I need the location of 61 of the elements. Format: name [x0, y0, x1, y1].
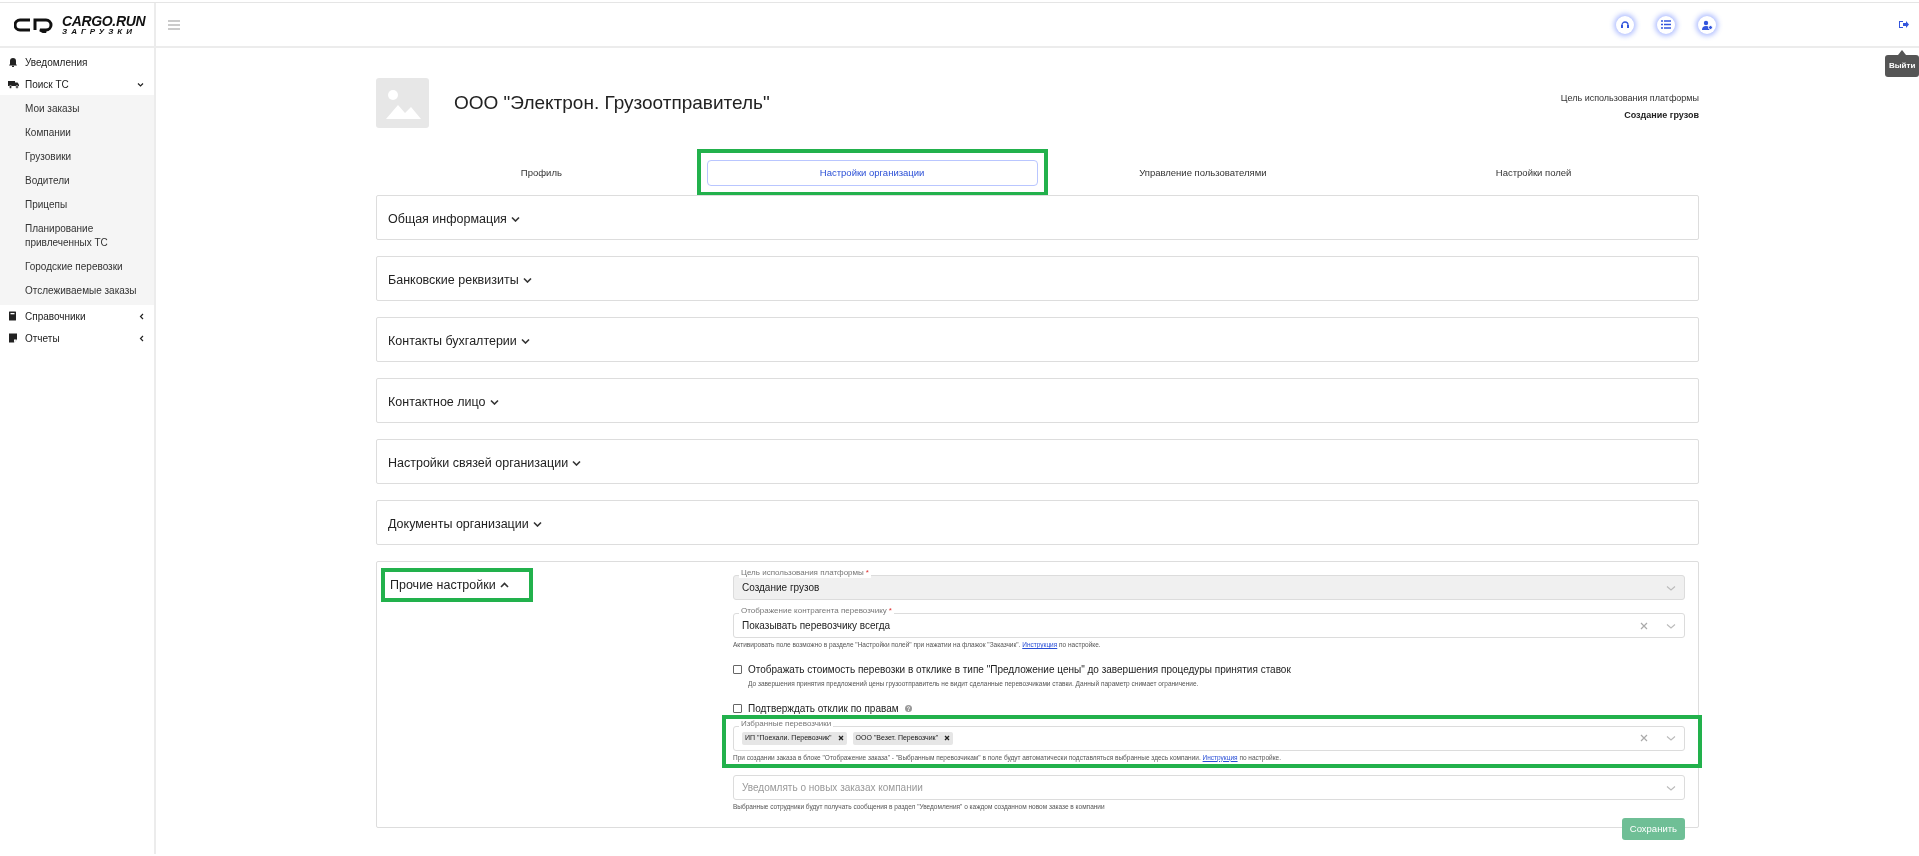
chevron-down-icon: [520, 338, 530, 344]
section-header[interactable]: Банковские реквизиты: [388, 270, 532, 290]
sidebar-subitem[interactable]: Компании: [0, 121, 154, 145]
book-icon: [8, 311, 19, 321]
purpose-value: Создание грузов: [1624, 108, 1699, 122]
sidebar-subitem[interactable]: Городские перевозки: [0, 255, 154, 279]
field-label: Цель использования платформы *: [739, 568, 871, 578]
chevron-up-icon: [499, 582, 509, 588]
tab[interactable]: Настройки организации: [706, 160, 1038, 186]
section-header[interactable]: Документы организации: [388, 514, 542, 534]
checkbox[interactable]: [733, 664, 742, 674]
section-header[interactable]: Общая информация: [388, 209, 520, 229]
sidebar-subitem[interactable]: Грузовики: [0, 145, 154, 169]
field-label: Отображение контрагента перевозчику *: [739, 606, 894, 616]
chevron-down-icon: [522, 277, 532, 283]
checkbox-label: Отображать стоимость перевозки в отклике в типе "Предложение цены" до завершения процедуры принятия ставок: [748, 662, 1291, 677]
bell-icon: [8, 57, 19, 67]
sidebar-item[interactable]: Поиск ТС: [0, 73, 154, 95]
tab[interactable]: Настройки полей: [1368, 160, 1699, 186]
chevron-down-icon: [572, 460, 582, 466]
user-settings-icon[interactable]: [1698, 15, 1716, 34]
tooltip: Выйти: [1885, 55, 1919, 77]
sidebar-item[interactable]: Уведомления: [0, 51, 154, 73]
checkbox[interactable]: [733, 703, 742, 713]
logo-icon: [14, 16, 54, 33]
sidebar-subitem[interactable]: Планирование привлеченных ТС: [0, 217, 154, 255]
checkbox-label: Подтверждать отклик по правам: [748, 701, 899, 716]
chevron-left-icon: [139, 334, 144, 342]
remove-icon[interactable]: [837, 735, 844, 741]
purpose-label: Цель использования платформы: [1560, 92, 1699, 105]
chevron-left-icon: [139, 312, 144, 320]
field-label: Избранные перевозчики: [739, 718, 834, 729]
section-header[interactable]: Контакты бухгалтерии: [388, 331, 530, 351]
field-placeholder: Уведомлять о новых заказах компании: [742, 781, 924, 796]
sidebar-item[interactable]: Отчеты: [0, 327, 154, 349]
support-icon[interactable]: [1616, 15, 1634, 34]
sidebar-subitem[interactable]: Мои заказы: [0, 97, 154, 121]
section-header[interactable]: Настройки связей организации: [388, 453, 582, 473]
section-header[interactable]: Прочие настройки: [390, 575, 509, 595]
section-header[interactable]: Контактное лицо: [388, 392, 499, 412]
report-icon: [8, 333, 19, 343]
chevron-down-icon: [489, 399, 499, 405]
logout-icon[interactable]: [1899, 20, 1909, 29]
chevron-down-icon: [137, 81, 144, 87]
logo-subtitle: ЗАГРУЗКИ: [62, 27, 137, 36]
truck-icon: [8, 79, 19, 89]
sidebar-subitem[interactable]: Прицепы: [0, 193, 154, 217]
logo-name: CARGO.RUN: [62, 13, 146, 28]
tab[interactable]: Профиль: [376, 160, 707, 186]
sidebar-subitem[interactable]: Водители: [0, 169, 154, 193]
chevron-down-icon: [532, 521, 542, 527]
organization-name: ООО "Электрон. Грузоотправитель": [454, 90, 770, 115]
field-value: Создание грузов: [742, 581, 821, 595]
remove-icon[interactable]: [944, 735, 951, 741]
sidebar-subitem[interactable]: Отслеживаемые заказы: [0, 279, 154, 303]
list-icon[interactable]: [1657, 15, 1675, 34]
sidebar-item[interactable]: Справочники: [0, 305, 154, 327]
chevron-down-icon: [510, 216, 520, 222]
field-value: Показывать перевозчику всегда: [742, 619, 892, 633]
help-icon[interactable]: [904, 704, 912, 712]
tab[interactable]: Управление пользователями: [1037, 160, 1369, 186]
